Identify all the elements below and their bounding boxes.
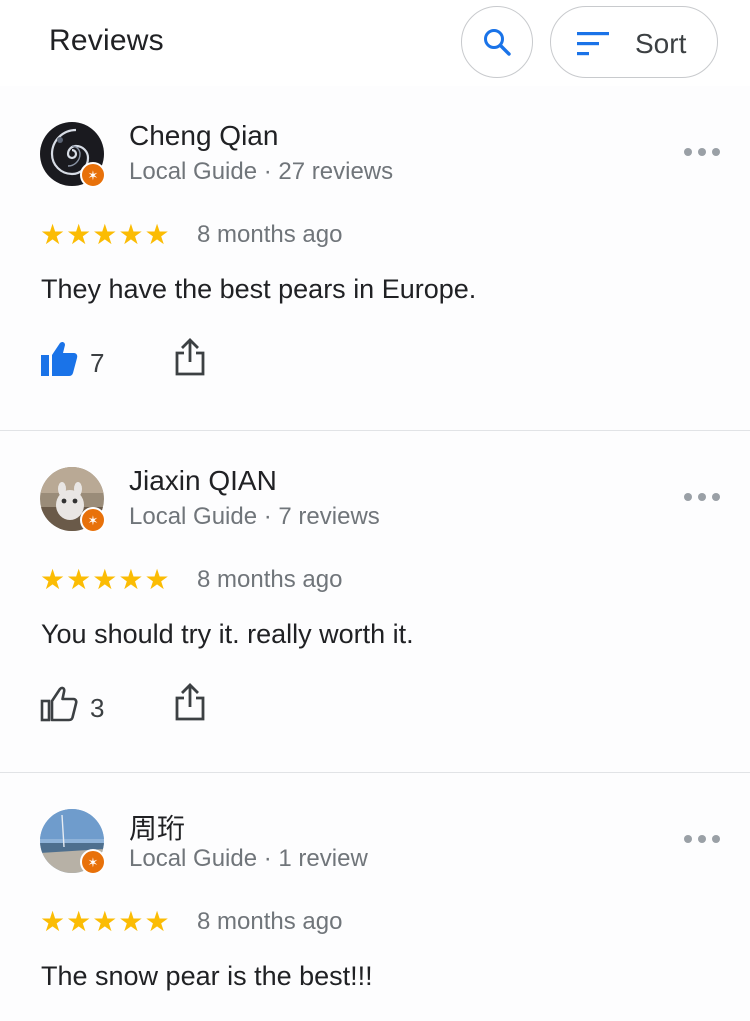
sort-button[interactable]: Sort bbox=[550, 6, 718, 78]
star-icon: ★ bbox=[118, 219, 144, 250]
star-icon: ★ bbox=[66, 219, 92, 250]
review-text: You should try it. really worth it. bbox=[41, 619, 414, 649]
review-card: ✶ 周珩 Local Guide · 1 review ★ ★ ★ ★ ★ 8 mont… bbox=[0, 773, 750, 1021]
review-text: They have the best pears in Europe. bbox=[41, 274, 477, 304]
share-button[interactable] bbox=[173, 338, 207, 376]
more-options-icon[interactable] bbox=[684, 144, 720, 160]
star-icon: ★ bbox=[92, 219, 118, 250]
star-icon: ★ bbox=[40, 906, 66, 937]
review-text: The snow pear is the best!!! bbox=[41, 961, 373, 991]
like-count: 7 bbox=[90, 348, 105, 378]
more-options-icon[interactable] bbox=[684, 831, 720, 847]
star-icon: ★ bbox=[66, 564, 92, 595]
star-rating: ★ ★ ★ ★ ★ bbox=[40, 565, 170, 595]
star-icon: ★ bbox=[144, 219, 170, 250]
avatar[interactable]: ✶ bbox=[40, 467, 106, 533]
reviewer-meta: Local Guide · 7 reviews bbox=[129, 503, 380, 530]
thumbs-up-icon-filled bbox=[41, 341, 78, 376]
review-date: 8 months ago bbox=[197, 908, 343, 935]
star-rating: ★ ★ ★ ★ ★ bbox=[40, 220, 170, 250]
reviewer-name[interactable]: Jiaxin QIAN bbox=[129, 465, 277, 497]
sort-label: Sort bbox=[635, 28, 687, 59]
reviewer-name[interactable]: Cheng Qian bbox=[129, 120, 278, 152]
reviewer-name[interactable]: 周珩 bbox=[129, 807, 185, 847]
local-guide-badge-icon: ✶ bbox=[80, 162, 106, 188]
search-button[interactable] bbox=[461, 6, 533, 78]
page-title: Reviews bbox=[49, 24, 164, 57]
like-button[interactable] bbox=[40, 340, 78, 378]
sort-icon bbox=[577, 32, 609, 56]
reviews-header: Reviews Sort bbox=[0, 0, 750, 86]
review-date: 8 months ago bbox=[197, 566, 343, 593]
star-rating: ★ ★ ★ ★ ★ bbox=[40, 907, 170, 937]
more-options-icon[interactable] bbox=[684, 489, 720, 505]
review-card: ✶ Jiaxin QIAN Local Guide · 7 reviews ★ ★… bbox=[0, 431, 750, 772]
star-icon: ★ bbox=[144, 906, 170, 937]
thumbs-up-icon bbox=[40, 686, 78, 722]
star-icon: ★ bbox=[66, 906, 92, 937]
star-icon: ★ bbox=[118, 564, 144, 595]
review-date: 8 months ago bbox=[197, 221, 343, 248]
star-icon: ★ bbox=[40, 564, 66, 595]
reviewer-meta: Local Guide · 27 reviews bbox=[129, 158, 394, 185]
local-guide-badge-icon: ✶ bbox=[80, 849, 106, 875]
avatar[interactable]: ✶ bbox=[40, 809, 106, 875]
search-icon bbox=[484, 29, 511, 56]
star-icon: ★ bbox=[144, 564, 170, 595]
share-icon bbox=[175, 683, 205, 721]
star-icon: ★ bbox=[92, 906, 118, 937]
star-icon: ★ bbox=[118, 906, 144, 937]
star-icon: ★ bbox=[92, 564, 118, 595]
like-button[interactable] bbox=[40, 685, 78, 723]
reviewer-meta: Local Guide · 1 review bbox=[129, 845, 368, 872]
star-icon: ★ bbox=[40, 219, 66, 250]
like-count: 3 bbox=[90, 693, 105, 723]
share-icon bbox=[175, 338, 205, 376]
review-card: ✶ Cheng Qian Local Guide · 27 reviews ★ ★… bbox=[0, 86, 750, 430]
local-guide-badge-icon: ✶ bbox=[80, 507, 106, 533]
share-button[interactable] bbox=[173, 683, 207, 721]
avatar[interactable]: ✶ bbox=[40, 122, 106, 188]
